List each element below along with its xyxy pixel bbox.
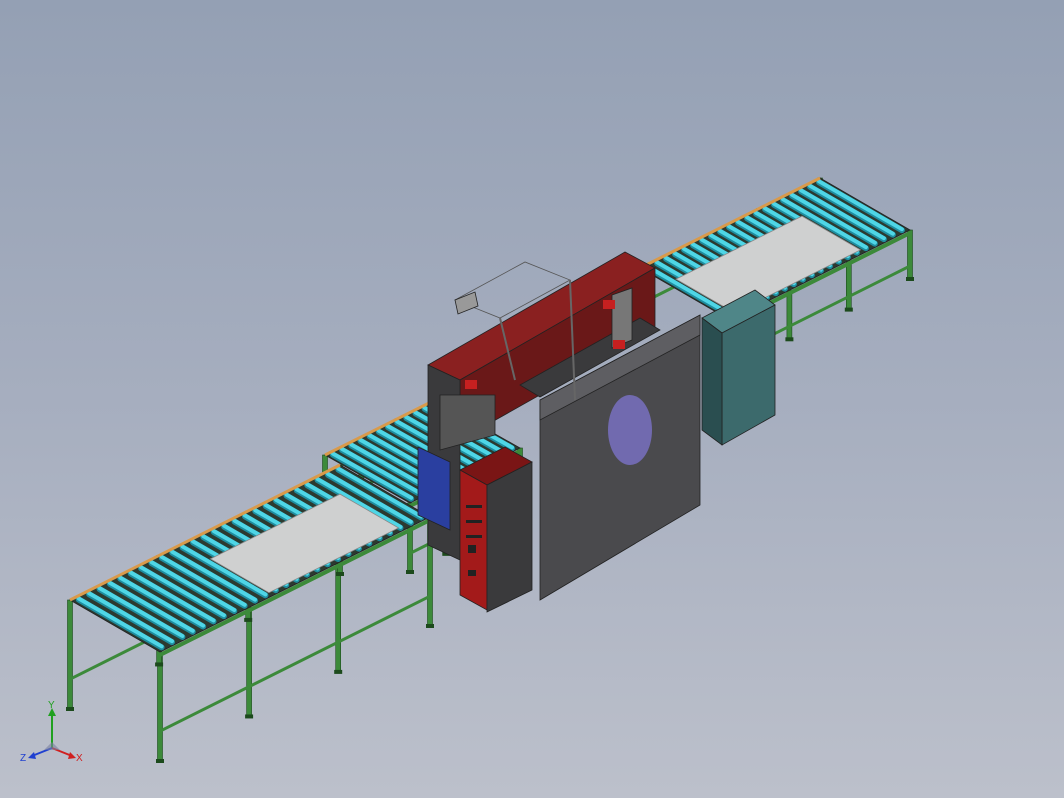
assembly-3d-view[interactable] [0,0,1064,798]
conveyor-foot [334,669,343,674]
conveyor-leg [157,651,163,763]
conveyor-leg [246,607,252,718]
conveyor-foot [156,759,164,763]
conveyor-leg [907,229,913,281]
control-cabinet-side [486,461,533,613]
conveyor-leg [786,289,793,341]
conveyor-foot [245,714,254,719]
control-cabinet-label [466,520,482,523]
conveyor-foot [844,307,853,312]
x-axis-arrow [68,752,76,759]
warning-light [465,380,477,389]
warning-light [613,340,625,349]
control-cabinet-front [459,469,488,611]
conveyor-foot [785,337,794,342]
y-axis-label: Y [48,700,55,711]
cad-viewport[interactable]: Y X Z [0,0,1064,798]
control-cabinet-button [468,545,476,553]
saw-blade [608,395,652,465]
control-cabinet-button [468,570,476,576]
conveyor-foot [155,662,164,667]
control-cabinet-label [466,535,482,538]
electrical-cabinet-side [701,317,723,446]
z-axis-label: Z [20,753,26,764]
saw-motor-housing [611,287,633,349]
conveyor-foot [406,570,414,574]
control-cabinet-label [466,505,482,508]
blue-side-panel [417,446,451,531]
x-axis-label: X [76,753,83,764]
axis-triad: Y X Z [14,700,94,780]
z-axis-arrow [28,752,36,759]
conveyor-foot [426,624,434,628]
conveyor-leg [335,562,342,674]
conveyor-foot [244,617,253,622]
triad-origin [44,742,60,750]
conveyor-foot [336,572,344,576]
conveyor-leg [67,599,73,711]
warning-light [603,300,615,309]
conveyor-leg [845,260,852,311]
guard-arm-bracket [454,291,479,315]
left-infeed-conveyor[interactable] [66,463,434,763]
conveyor-foot [906,277,914,281]
